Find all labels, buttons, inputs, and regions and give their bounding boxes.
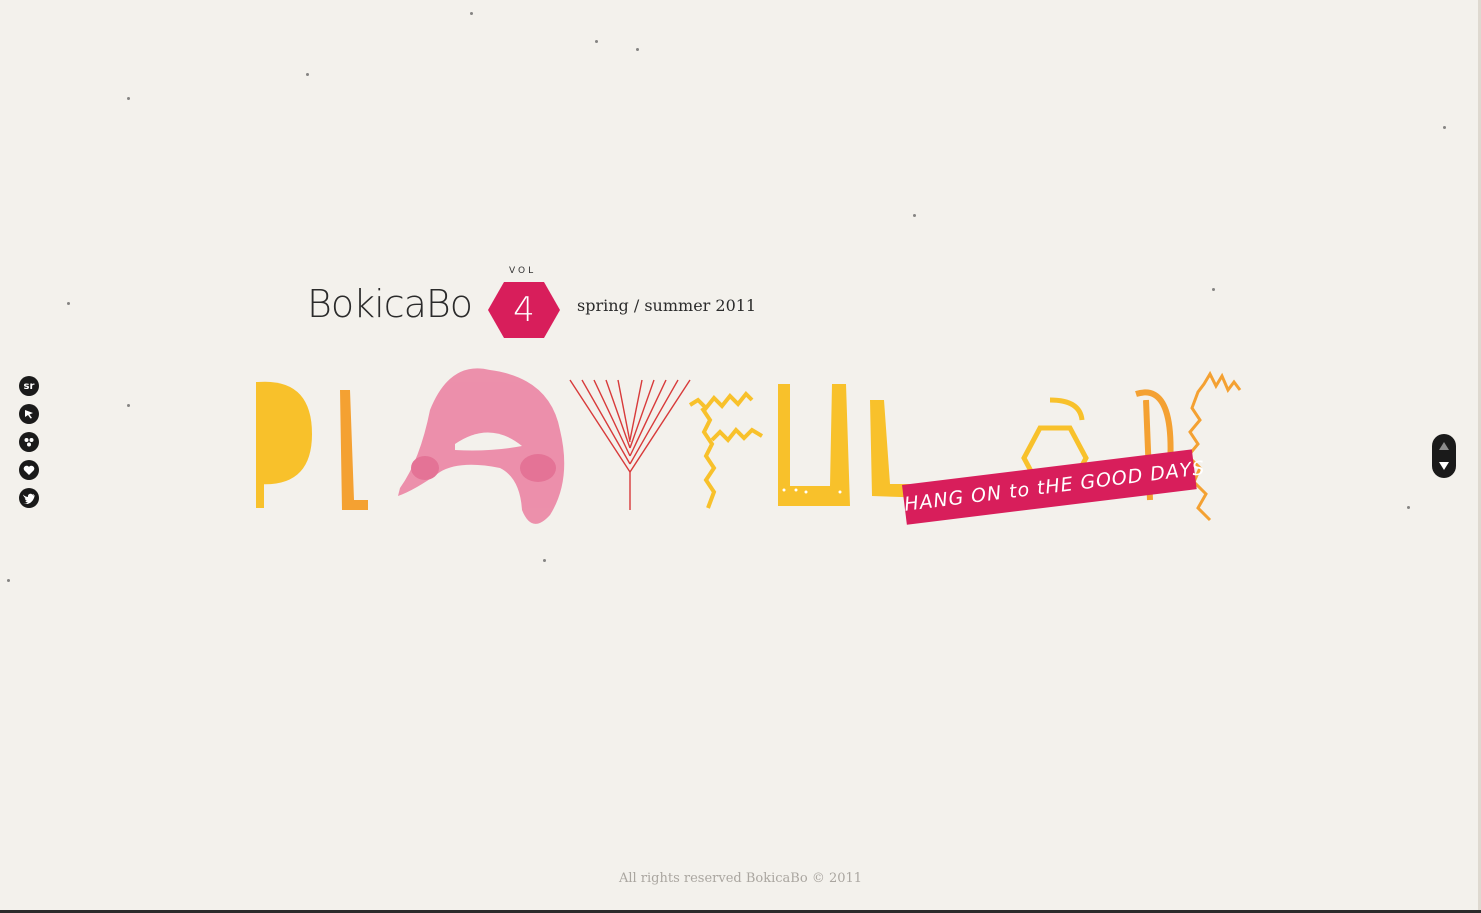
scroll-up-button[interactable] — [1432, 436, 1456, 456]
pointer-icon — [25, 410, 33, 419]
letter-u-art — [778, 384, 850, 506]
twitter-button[interactable] — [19, 488, 39, 508]
season-label: spring / summer 2011 — [577, 296, 757, 315]
footer-copyright: All rights reserved BokicaBo © 2011 — [618, 871, 863, 886]
vol-label: VOL — [509, 266, 537, 276]
twitter-icon — [23, 493, 35, 504]
letter-p-art — [256, 381, 312, 508]
letter-f-art — [688, 391, 764, 509]
scroll-down-button[interactable] — [1432, 456, 1456, 476]
letter-s-art — [1185, 370, 1242, 522]
flickr-button[interactable] — [19, 432, 39, 452]
letter-l-art — [340, 390, 368, 510]
brand-logo[interactable]: BokicaBo — [307, 282, 473, 326]
letter-a-art — [398, 368, 565, 524]
page-nav — [1432, 434, 1456, 478]
sr-label: sr — [23, 380, 35, 392]
heart-icon — [23, 465, 35, 475]
triangle-up-icon — [1439, 442, 1449, 450]
sr-button[interactable]: sr — [19, 376, 39, 396]
pointer-button[interactable] — [19, 404, 39, 424]
vol-number: 4 — [513, 290, 535, 330]
letter-y-art — [569, 379, 691, 510]
triangle-down-icon — [1439, 462, 1449, 470]
flickr-icon — [24, 438, 34, 447]
social-rail: sr — [19, 376, 40, 516]
favorite-button[interactable] — [19, 460, 39, 480]
